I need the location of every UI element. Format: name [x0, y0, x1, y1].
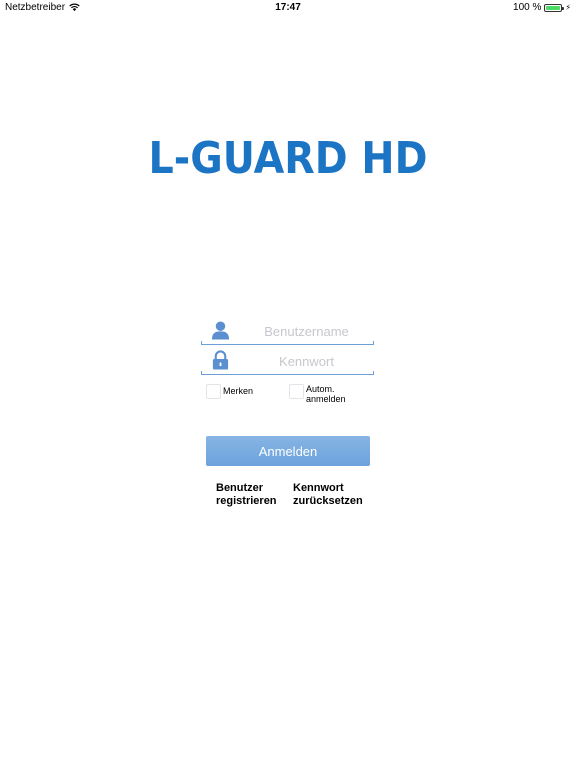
register-link[interactable]: Benutzer registrieren — [216, 482, 277, 508]
battery-percent: 100 % — [513, 2, 542, 13]
auto-login-checkbox[interactable]: Autom. anmelden — [289, 384, 346, 404]
app-logo: L-GUARD HD — [148, 133, 428, 184]
username-input[interactable] — [241, 320, 372, 342]
remember-checkbox[interactable]: Merken — [206, 384, 253, 399]
auto-login-label-line2: anmelden — [306, 394, 346, 404]
reset-link-line1: Kennwort — [293, 482, 344, 494]
login-screen: Netzbetreiber 17:47 100 % ⚡ L-GUARD HD B… — [0, 0, 576, 768]
register-link-line2: registrieren — [216, 495, 277, 507]
register-link-line1: Benutzer — [216, 482, 264, 494]
auto-login-label-line1: Autom. — [306, 384, 335, 394]
status-bar: Netzbetreiber 17:47 100 % ⚡ — [0, 0, 576, 16]
auto-login-checkbox-box[interactable] — [289, 384, 304, 399]
remember-checkbox-box[interactable] — [206, 384, 221, 399]
login-button[interactable]: Anmelden — [206, 436, 370, 466]
password-input[interactable] — [241, 350, 372, 372]
auto-login-label: Autom. anmelden — [306, 384, 346, 404]
battery-icon — [544, 3, 565, 12]
lock-icon — [212, 350, 229, 370]
reset-link-line2: zurücksetzen — [293, 495, 363, 507]
reset-password-link[interactable]: Kennwort zurücksetzen — [293, 482, 363, 508]
charging-bolt-icon: ⚡ — [565, 3, 571, 12]
user-icon — [211, 321, 230, 340]
clock: 17:47 — [275, 2, 301, 13]
battery-indicator: 100 % ⚡ — [513, 2, 571, 13]
remember-label: Merken — [223, 386, 254, 396]
username-field[interactable] — [201, 314, 374, 345]
password-field[interactable] — [201, 344, 374, 375]
